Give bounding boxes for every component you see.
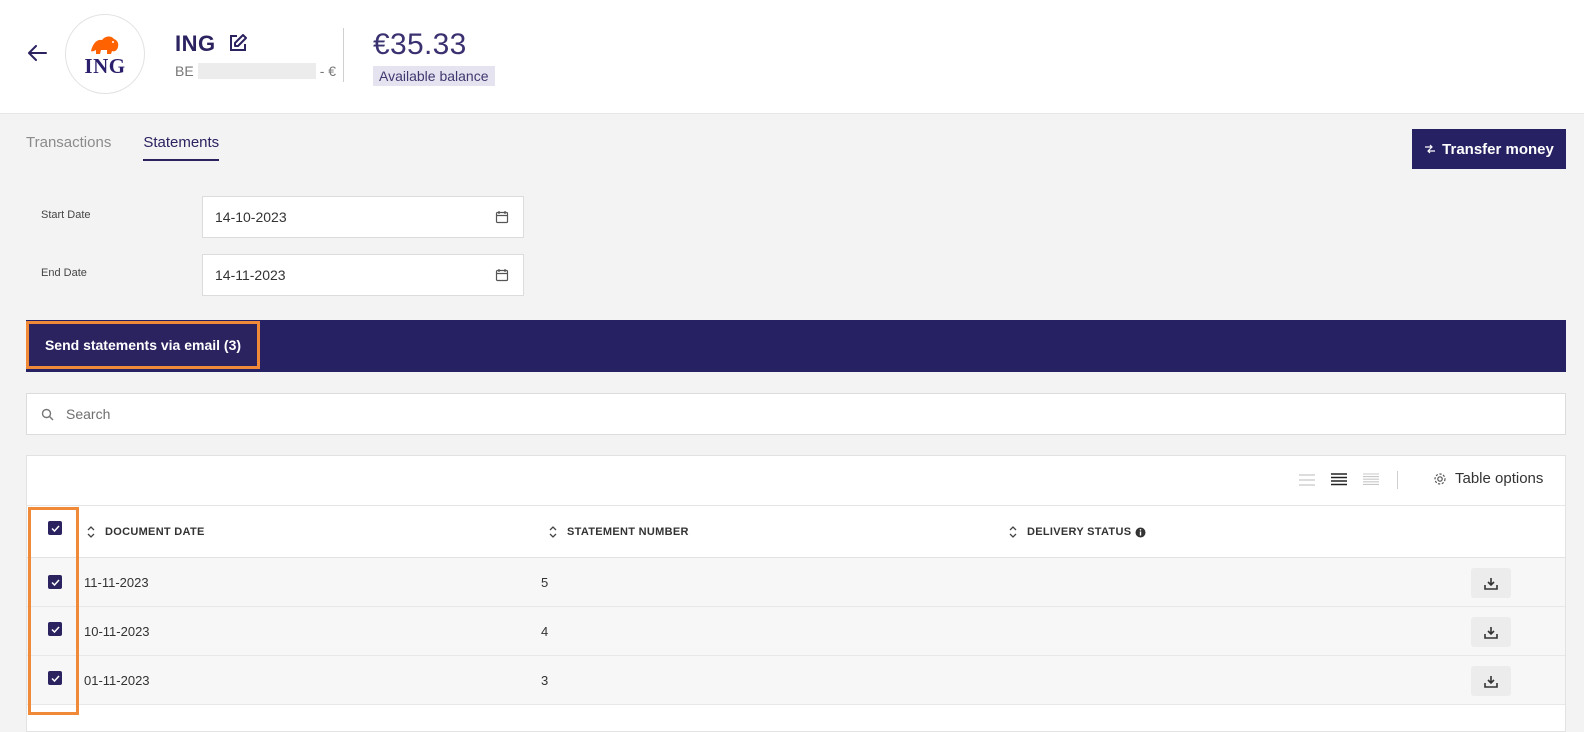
iban-currency: - € [319,63,337,79]
back-arrow-icon[interactable] [24,40,50,66]
edit-icon[interactable] [228,33,250,55]
density-standard-icon[interactable] [1331,473,1347,487]
check-icon [50,674,60,682]
table-toolbar: Table options [27,456,1565,506]
table-row[interactable]: 10-11-2023 4 [27,607,1565,656]
check-icon [50,524,60,532]
tab-transactions[interactable]: Transactions [26,134,111,161]
download-button[interactable] [1471,617,1511,647]
end-date-input[interactable]: 14-11-2023 [202,254,524,296]
statement-number-cell: 3 [541,673,549,688]
column-header-delivery-status[interactable]: DELIVERY STATUS [1009,526,1146,538]
select-all-checkbox[interactable] [48,521,62,535]
download-button[interactable] [1471,666,1511,696]
table-row[interactable]: 11-11-2023 5 [27,558,1565,607]
row-checkbox[interactable] [48,575,62,589]
download-icon [1484,675,1498,688]
column-header-label: DOCUMENT DATE [105,526,205,538]
statements-table: Table options DOCUMENT DATE STATEMENT NU… [26,455,1566,732]
download-button[interactable] [1471,568,1511,598]
column-header-statement-number[interactable]: STATEMENT NUMBER [549,526,689,538]
density-compact-icon[interactable] [1363,473,1379,487]
lion-icon [91,36,119,54]
document-date-cell: 11-11-2023 [84,575,149,590]
density-comfortable-icon[interactable] [1299,473,1315,487]
download-icon [1484,626,1498,639]
search-box [26,393,1566,435]
account-header: ING ING BE - € €35.33 Available balance [0,0,1584,114]
bulk-action-bar: Send statements via email (3) [26,320,1566,372]
row-checkbox[interactable] [48,671,62,685]
transfer-money-button[interactable]: Transfer money [1412,129,1566,169]
transfer-money-label: Transfer money [1442,140,1554,158]
info-icon[interactable] [1135,527,1146,538]
check-icon [50,578,60,586]
iban-prefix: BE [175,63,194,79]
tab-statements[interactable]: Statements [143,134,220,161]
start-date-value: 14-10-2023 [215,209,287,225]
table-options-button[interactable]: Table options [1433,470,1543,487]
column-header-label: DELIVERY STATUS [1027,526,1132,538]
iban: BE - € [175,63,336,79]
table-options-label: Table options [1455,470,1544,487]
search-icon [41,408,54,420]
end-date-value: 14-11-2023 [215,267,286,283]
document-date-cell: 01-11-2023 [84,673,150,688]
toolbar-divider [1397,471,1398,489]
download-icon [1484,577,1498,590]
bank-logo: ING [65,14,145,94]
statement-number-cell: 5 [541,575,549,590]
sort-icon [1009,526,1017,538]
column-header-document-date[interactable]: DOCUMENT DATE [87,526,205,538]
logo-text: ING [84,54,126,78]
balance-amount: €35.33 [373,28,467,61]
column-header-label: STATEMENT NUMBER [567,526,689,538]
iban-masked [197,63,316,79]
calendar-icon[interactable] [495,210,509,224]
statement-number-cell: 4 [541,624,549,639]
balance-label: Available balance [373,66,495,86]
account-name: ING [175,31,216,56]
document-date-cell: 10-11-2023 [84,624,150,639]
header-divider [343,28,344,82]
check-icon [50,625,60,633]
search-input[interactable] [66,406,1466,422]
end-date-label: End Date [41,267,87,279]
send-statements-email-button[interactable]: Send statements via email (3) [26,321,260,369]
sort-icon [549,526,557,538]
gear-icon [1434,472,1446,485]
table-row[interactable]: 01-11-2023 3 [27,656,1565,705]
row-checkbox[interactable] [48,622,62,636]
start-date-label: Start Date [41,209,91,221]
sort-icon [87,526,95,538]
start-date-input[interactable]: 14-10-2023 [202,196,524,238]
tab-bar: Transactions Statements [26,134,220,161]
transfer-icon [1425,144,1436,154]
calendar-icon[interactable] [495,268,509,282]
table-header: DOCUMENT DATE STATEMENT NUMBER DELIVERY … [27,506,1565,558]
